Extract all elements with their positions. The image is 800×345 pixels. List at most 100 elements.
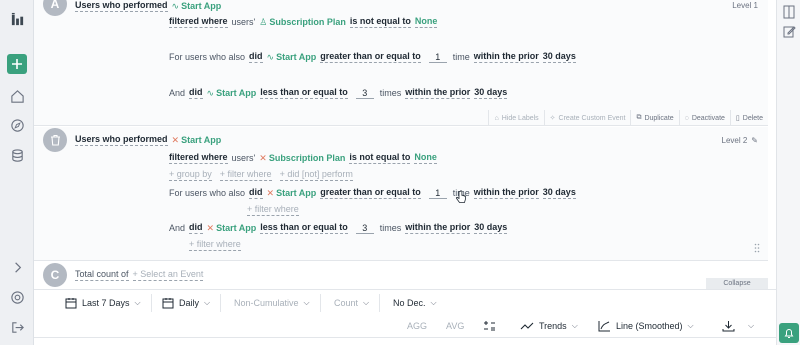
trends-dropdown[interactable]: Trends ⌵ bbox=[520, 315, 578, 337]
also-row: For users who also did ∿ Start App greate… bbox=[169, 51, 576, 63]
logout-icon[interactable] bbox=[7, 317, 27, 337]
block-header[interactable]: Total count of bbox=[75, 269, 129, 281]
chart-type-dropdown[interactable]: Line (Smoothed) ⌵ bbox=[598, 315, 694, 337]
verb-selector[interactable]: did bbox=[249, 51, 263, 63]
duplicate-button[interactable]: ⧉ Duplicate bbox=[630, 110, 678, 126]
operator-selector[interactable]: greater than or equal to bbox=[320, 187, 421, 199]
remove-icon[interactable]: ✕ bbox=[172, 135, 180, 146]
operator-selector[interactable]: is not equal to bbox=[349, 152, 411, 164]
chevron-down-icon: ⌵ bbox=[363, 298, 370, 307]
operator-selector[interactable]: greater than or equal to bbox=[320, 51, 421, 63]
period-selector[interactable]: 30 days bbox=[474, 87, 508, 99]
copy-icon: ⧉ bbox=[636, 114, 642, 121]
drag-handle-icon[interactable] bbox=[754, 243, 760, 253]
operator-selector[interactable]: less than or equal to bbox=[260, 87, 348, 99]
property-selector[interactable]: ♙ Subscription Plan bbox=[259, 17, 346, 28]
trash-icon bbox=[50, 134, 60, 146]
block-header[interactable]: Users who performed bbox=[75, 0, 168, 12]
window-selector[interactable]: within the prior bbox=[473, 51, 539, 63]
and-row: And did ✕ Start App less than or equal to… bbox=[169, 222, 508, 234]
event-selector[interactable]: ✕ Start App bbox=[172, 135, 222, 146]
window-selector[interactable]: within the prior bbox=[473, 187, 539, 199]
tag-icon: ⌂ bbox=[494, 114, 499, 122]
remove-icon[interactable]: ✕ bbox=[267, 188, 275, 199]
filter-where-link[interactable]: + filter where bbox=[189, 239, 241, 251]
did-not-perform-link[interactable]: + did [not] perform bbox=[279, 169, 353, 181]
event-selector[interactable]: ∿ Start App bbox=[172, 1, 222, 12]
query-block-c: C Total count of + Select an Event bbox=[34, 262, 768, 288]
add-button[interactable] bbox=[7, 54, 27, 74]
event-selector[interactable]: ∿ Start App bbox=[207, 88, 257, 99]
remove-icon[interactable]: ✕ bbox=[259, 153, 267, 164]
window-selector[interactable]: within the prior bbox=[405, 222, 471, 234]
sparkle-icon: ✧ bbox=[549, 115, 556, 122]
select-event-button[interactable]: + Select an Event bbox=[132, 269, 204, 281]
home-icon[interactable] bbox=[7, 86, 27, 106]
chevron-down-icon: ⌵ bbox=[430, 298, 437, 307]
formula-button[interactable] bbox=[483, 315, 496, 337]
value-selector[interactable]: None bbox=[414, 16, 438, 28]
event-selector[interactable]: ∿ Start App bbox=[267, 52, 317, 63]
block-badge: C bbox=[43, 263, 67, 287]
chart-area-top bbox=[34, 337, 776, 345]
group-by-link[interactable]: + group by bbox=[169, 169, 212, 181]
verb-selector[interactable]: did bbox=[189, 222, 203, 234]
block-actions: ⌂ Hide Labels ✧ Create Custom Event ⧉ Dupli… bbox=[488, 110, 768, 126]
operator-selector[interactable]: less than or equal to bbox=[260, 222, 348, 234]
database-icon[interactable] bbox=[7, 145, 27, 165]
period-selector[interactable]: 30 days bbox=[542, 187, 576, 199]
export-dropdown[interactable]: ⌵ bbox=[722, 315, 754, 337]
count-input[interactable]: 1 bbox=[428, 52, 447, 63]
delete-block-button[interactable] bbox=[43, 128, 67, 152]
operator-selector[interactable]: is not equal to bbox=[349, 16, 411, 28]
notifications-button[interactable] bbox=[779, 323, 799, 343]
window-selector[interactable]: within the prior bbox=[405, 87, 471, 99]
block-header[interactable]: Users who performed bbox=[75, 134, 168, 146]
avg-button[interactable]: AVG bbox=[446, 315, 464, 337]
power-icon: ◌ bbox=[684, 114, 689, 122]
property-selector[interactable]: ✕ Subscription Plan bbox=[259, 153, 345, 164]
verb-selector[interactable]: did bbox=[249, 187, 263, 199]
remove-icon[interactable]: ✕ bbox=[207, 223, 215, 234]
help-icon[interactable] bbox=[7, 287, 27, 307]
filter-where-link[interactable]: + filter where bbox=[219, 169, 272, 181]
expand-chevron-icon[interactable] bbox=[7, 257, 27, 277]
line-chart-icon bbox=[598, 321, 610, 332]
filter-owner: users' bbox=[231, 17, 256, 27]
cumulative-dropdown[interactable]: Non-Cumulative ⌵ bbox=[234, 294, 321, 312]
compass-icon[interactable] bbox=[7, 115, 27, 135]
deactivate-button[interactable]: ◌ Deactivate bbox=[678, 110, 730, 126]
verb-selector[interactable]: did bbox=[189, 87, 203, 99]
decimals-dropdown[interactable]: No Dec. ⌵ bbox=[393, 294, 447, 312]
edit-pencil-icon[interactable]: ✎ bbox=[751, 136, 758, 145]
period-selector[interactable]: 30 days bbox=[542, 51, 576, 63]
value-selector[interactable]: None bbox=[414, 152, 437, 164]
event-selector[interactable]: ✕ Start App bbox=[207, 223, 257, 234]
count-input[interactable]: 3 bbox=[355, 88, 374, 99]
filter-where-link[interactable]: + filter where bbox=[247, 204, 299, 216]
count-input[interactable]: 3 bbox=[355, 223, 374, 234]
filter-prefix[interactable]: filtered where bbox=[169, 152, 228, 164]
panel-split-icon[interactable] bbox=[782, 5, 796, 19]
chevron-down-icon: ⌵ bbox=[303, 298, 310, 307]
interval-dropdown[interactable]: Daily ⌵ bbox=[162, 294, 222, 312]
app-logo-icon[interactable] bbox=[7, 9, 27, 29]
event-selector[interactable]: ✕ Start App bbox=[267, 188, 317, 199]
query-block-b: Users who performed ✕ Start App Level 2 ✎… bbox=[34, 127, 768, 261]
date-range-dropdown[interactable]: Last 7 Days ⌵ bbox=[65, 294, 152, 312]
metric-dropdown[interactable]: Count ⌵ bbox=[334, 294, 381, 312]
filter-row: filtered where users' ♙ Subscription Plan… bbox=[169, 16, 438, 28]
calendar-clock-icon bbox=[162, 298, 174, 309]
calendar-icon bbox=[65, 298, 77, 309]
period-selector[interactable]: 30 days bbox=[474, 222, 508, 234]
create-custom-event-button[interactable]: ✧ Create Custom Event bbox=[543, 110, 631, 126]
download-icon bbox=[722, 321, 735, 332]
delete-button[interactable]: ▯ Delete bbox=[729, 110, 768, 126]
filter-prefix[interactable]: filtered where bbox=[169, 16, 228, 28]
collapse-button[interactable]: Collapse bbox=[706, 278, 768, 289]
agg-button[interactable]: AGG bbox=[407, 315, 427, 337]
edit-note-icon[interactable] bbox=[782, 25, 796, 39]
count-input[interactable]: 1 bbox=[428, 188, 447, 199]
chart-toolbar: Last 7 Days ⌵ Daily ⌵ Non-Cumulative ⌵ C… bbox=[34, 289, 776, 315]
hide-labels-button[interactable]: ⌂ Hide Labels bbox=[488, 110, 543, 126]
